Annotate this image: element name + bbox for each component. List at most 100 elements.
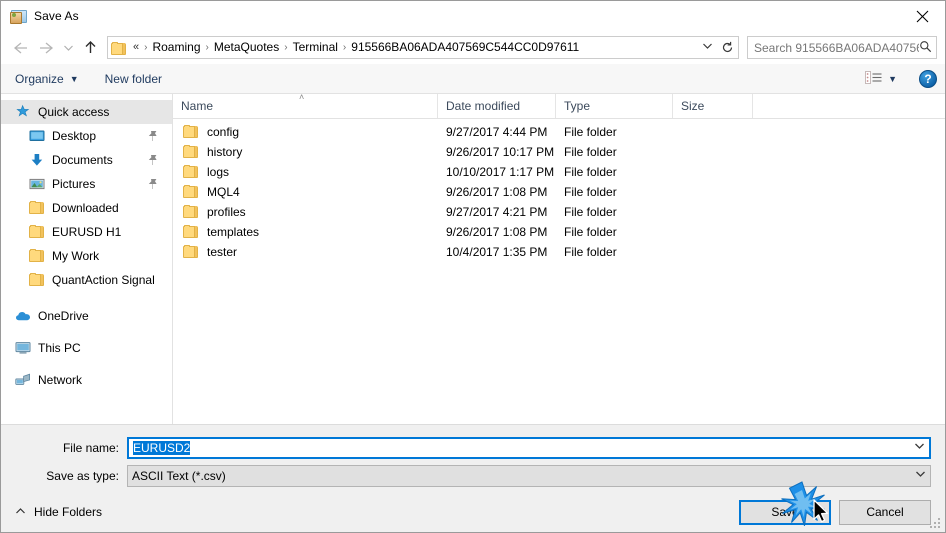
breadcrumb-overflow[interactable]: « [130, 37, 142, 58]
sidebar-item-eurusd-h1[interactable]: EURUSD H1 [1, 220, 172, 244]
window-title: Save As [34, 9, 79, 23]
file-name-label: tester [207, 245, 238, 259]
sidebar-item-network[interactable]: Network [1, 368, 172, 392]
folder-icon [183, 244, 199, 260]
folder-icon [29, 200, 45, 216]
sidebar-item-desktop[interactable]: Desktop [1, 124, 172, 148]
column-header-type[interactable]: Type [556, 94, 673, 118]
address-chevron-down-icon[interactable] [697, 37, 717, 58]
address-bar[interactable]: « › Roaming › MetaQuotes › Terminal › 91… [107, 36, 718, 59]
sidebar-item-this-pc[interactable]: This PC [1, 336, 172, 360]
folder-icon [183, 164, 199, 180]
pin-icon[interactable] [148, 154, 158, 166]
search-box[interactable] [747, 36, 937, 59]
file-type-cell: File folder [564, 185, 617, 199]
sidebar-item-label: Quick access [38, 105, 110, 119]
folder-icon [29, 248, 45, 264]
save-as-type-chevron-down-icon[interactable] [911, 466, 930, 486]
view-chevron-down-icon: ▼ [888, 73, 897, 84]
file-date-cell: 9/26/2017 1:08 PM [446, 225, 548, 239]
file-name-cell: templates [173, 224, 438, 240]
file-type-cell: File folder [564, 125, 617, 139]
breadcrumb-separator: › [205, 42, 209, 53]
column-header-name[interactable]: ˄ Name [173, 92, 438, 118]
breadcrumb-separator: › [144, 42, 148, 53]
pin-icon[interactable] [148, 178, 158, 190]
table-row[interactable]: profiles 9/27/2017 4:21 PM File folder [173, 202, 945, 222]
file-name-input[interactable]: EURUSD2 [127, 437, 931, 459]
sidebar-item-quick-access[interactable]: Quick access [1, 100, 172, 124]
breadcrumb-item-roaming[interactable]: Roaming [149, 37, 203, 58]
dialog-body: Quick access Desktop Documents Pictures … [1, 92, 945, 424]
folder-icon [29, 272, 45, 288]
search-icon[interactable] [919, 40, 932, 56]
search-input[interactable] [754, 40, 919, 55]
forward-arrow-icon[interactable] [33, 35, 59, 61]
breadcrumb: « › Roaming › MetaQuotes › Terminal › 91… [130, 37, 697, 58]
resize-grip[interactable] [930, 518, 942, 530]
sidebar-item-onedrive[interactable]: OneDrive [1, 304, 172, 328]
command-bar: Organize ▼ New folder ▼ ? [1, 64, 945, 94]
refresh-icon[interactable] [717, 36, 739, 59]
table-row[interactable]: logs 10/10/2017 1:17 PM File folder [173, 162, 945, 182]
this-pc-icon [15, 340, 31, 356]
view-options-button[interactable]: ▼ [865, 70, 897, 87]
sidebar-item-downloaded[interactable]: Downloaded [1, 196, 172, 220]
hide-folders-label: Hide Folders [34, 505, 103, 519]
title-bar: Save As [1, 1, 945, 31]
file-name-chevron-down-icon[interactable] [910, 438, 929, 458]
breadcrumb-item-metaquotes[interactable]: MetaQuotes [211, 37, 282, 58]
help-button[interactable]: ? [919, 69, 937, 88]
column-header-label: Type [564, 99, 591, 113]
file-name-label: templates [207, 225, 260, 239]
file-type-cell: File folder [564, 245, 617, 259]
table-row[interactable]: MQL4 9/26/2017 1:08 PM File folder [173, 182, 945, 202]
file-type-cell: File folder [564, 165, 617, 179]
dialog-footer: File name: EURUSD2 Save as type: ASCII T… [1, 424, 945, 532]
sidebar-item-documents[interactable]: Documents [1, 148, 172, 172]
table-row[interactable]: tester 10/4/2017 1:35 PM File folder [173, 242, 945, 262]
save-as-type-value: ASCII Text (*.csv) [132, 469, 226, 483]
navigation-pane: Quick access Desktop Documents Pictures … [1, 94, 173, 424]
sidebar-item-pictures[interactable]: Pictures [1, 172, 172, 196]
save-as-type-select[interactable]: ASCII Text (*.csv) [127, 465, 931, 487]
file-name-label: MQL4 [207, 185, 240, 199]
file-name-cell: tester [173, 244, 438, 260]
sidebar-item-my-work[interactable]: My Work [1, 244, 172, 268]
file-name-label: history [207, 145, 243, 159]
file-name-row: File name: EURUSD2 [1, 436, 945, 460]
documents-download-icon [29, 152, 45, 168]
sidebar-item-label: Downloaded [52, 201, 119, 215]
back-arrow-icon[interactable] [7, 35, 33, 61]
file-name-label: logs [207, 165, 230, 179]
breadcrumb-item-terminal[interactable]: Terminal [290, 37, 341, 58]
onedrive-icon [15, 308, 31, 324]
file-name-cell: history [173, 144, 438, 160]
breadcrumb-item-terminal-id[interactable]: 915566BA06ADA407569C544CC0D97611 [348, 37, 582, 58]
file-type-cell: File folder [564, 225, 617, 239]
new-folder-button[interactable]: New folder [105, 72, 162, 86]
column-header-size[interactable]: Size [673, 94, 753, 118]
table-row[interactable]: templates 9/26/2017 1:08 PM File folder [173, 222, 945, 242]
table-row[interactable]: config 9/27/2017 4:44 PM File folder [173, 122, 945, 142]
star-pin-icon [15, 104, 31, 120]
column-header-label: Name [181, 99, 214, 113]
file-date-cell: 10/4/2017 1:35 PM [446, 245, 548, 259]
sort-ascending-icon: ˄ [299, 92, 305, 102]
close-icon[interactable] [899, 1, 945, 31]
save-as-type-label: Save as type: [46, 469, 119, 483]
table-row[interactable]: history 9/26/2017 10:17 PM File folder [173, 142, 945, 162]
save-button[interactable]: Save [739, 499, 831, 525]
sidebar-item-label: Desktop [52, 129, 97, 143]
recent-locations-chevron-down-icon[interactable] [59, 35, 77, 61]
dialog-button-row: Hide Folders Save Cancel [1, 492, 945, 532]
file-list-rows: config 9/27/2017 4:44 PM File folder his… [173, 119, 945, 424]
cancel-button[interactable]: Cancel [839, 499, 931, 525]
column-header-date-modified[interactable]: Date modified [438, 94, 556, 118]
folder-icon [111, 41, 127, 55]
hide-folders-button[interactable]: Hide Folders [11, 505, 102, 519]
up-arrow-icon[interactable] [77, 35, 103, 61]
organize-button[interactable]: Organize ▼ [15, 72, 79, 86]
pin-icon[interactable] [148, 130, 158, 142]
sidebar-item-quantaction-signal[interactable]: QuantAction Signal [1, 268, 172, 292]
